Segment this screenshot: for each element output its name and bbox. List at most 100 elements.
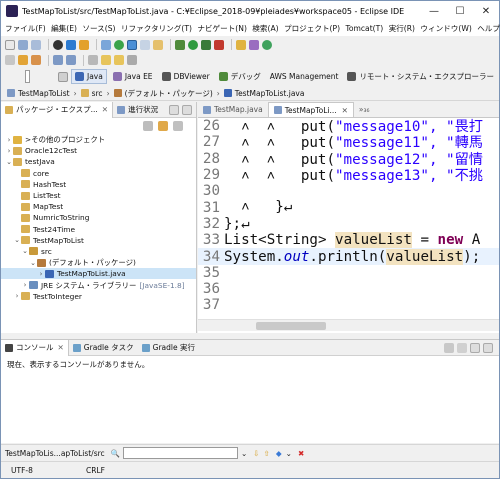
expand-icon[interactable]: ⌄ xyxy=(29,259,37,267)
open-perspective-icon[interactable] xyxy=(58,71,68,82)
tab-testmaptolist-java[interactable]: TestMapToLi... ✕ xyxy=(267,102,354,117)
close-button[interactable]: ✕ xyxy=(473,1,499,21)
minimize-view-icon[interactable] xyxy=(169,104,179,115)
perspective-dbviewer[interactable]: DBViewer xyxy=(159,69,213,84)
close-icon[interactable]: ✕ xyxy=(58,343,64,352)
menu-run[interactable]: 実行(R) xyxy=(389,23,415,34)
find-all-icon[interactable]: ◆ xyxy=(276,449,282,458)
tree-item[interactable]: HashTest xyxy=(1,179,196,190)
tree-item[interactable]: › Oracle12cTest xyxy=(1,145,196,156)
maximize-view-icon[interactable] xyxy=(182,104,192,115)
perspective-java[interactable]: Java xyxy=(71,69,107,84)
breadcrumb-file[interactable]: TestMapToList.java xyxy=(235,89,305,98)
minimize-button[interactable]: — xyxy=(421,1,447,21)
tab-package-explorer[interactable]: パッケージ・エクスプ... ✕ xyxy=(1,101,114,118)
line-ending-status[interactable]: CRLF xyxy=(76,466,151,475)
close-icon[interactable]: ✕ xyxy=(342,106,348,115)
back-icon[interactable] xyxy=(101,55,111,65)
search-icon[interactable] xyxy=(31,55,41,65)
collapse-icon[interactable]: › xyxy=(5,136,13,144)
menu-help[interactable]: ヘルプ(H) xyxy=(477,23,500,34)
display-console-icon[interactable] xyxy=(444,343,454,353)
view-menu-icon[interactable] xyxy=(173,121,183,131)
expand-icon[interactable]: ⌄ xyxy=(21,247,29,255)
debug-icon[interactable] xyxy=(175,39,185,50)
new-icon[interactable] xyxy=(5,39,15,50)
tree-item[interactable]: ⌄ TestMapToList xyxy=(1,235,196,246)
code-line[interactable]: 30 xyxy=(198,183,499,199)
external-tools-icon[interactable] xyxy=(214,39,224,50)
tree-item[interactable]: NumricToString xyxy=(1,212,196,223)
menu-project[interactable]: プロジェクト(P) xyxy=(284,23,340,34)
terminal-icon[interactable] xyxy=(66,39,76,50)
new-java-project-icon[interactable] xyxy=(236,39,246,50)
perspective-remote-systems[interactable]: リモート・システム・エクスプローラー xyxy=(344,69,497,84)
code-line[interactable]: 31 ˄ }↵ xyxy=(198,199,499,215)
tree-item[interactable]: › TestToInteger xyxy=(1,291,196,302)
find-previous-icon[interactable]: ⇧ xyxy=(264,449,270,458)
code-line[interactable]: 34 System.out.println(valueList); xyxy=(198,248,499,265)
code-line[interactable]: 35 xyxy=(198,265,499,281)
breadcrumb-src[interactable]: src xyxy=(92,89,103,98)
quick-access-field[interactable]: クイック・アクセス xyxy=(25,70,30,83)
perspective-java-ee[interactable]: Java EE xyxy=(110,69,156,84)
toggle-breadcrumb-icon[interactable] xyxy=(79,39,89,50)
perspective-debug[interactable]: デバッグ xyxy=(216,69,264,84)
tree-item[interactable]: › JRE システム・ライブラリー [JavaSE-1.8] xyxy=(1,279,196,290)
tasks-icon[interactable] xyxy=(114,39,124,50)
menu-navigate[interactable]: ナビゲート(N) xyxy=(197,23,247,34)
tree-item[interactable]: MapTest xyxy=(1,201,196,212)
tree-item[interactable]: ListTest xyxy=(1,190,196,201)
show-whitespace-icon[interactable] xyxy=(153,39,163,50)
breadcrumb-package[interactable]: (デフォルト・パッケージ) xyxy=(125,88,213,99)
find-next-icon[interactable]: ⇩ xyxy=(253,449,259,458)
open-type-icon[interactable] xyxy=(5,55,15,65)
open-task-icon[interactable] xyxy=(18,55,28,65)
tree-item[interactable]: ⌄ testJava xyxy=(1,156,196,167)
tree-item[interactable]: core xyxy=(1,168,196,179)
code-line[interactable]: 37 xyxy=(198,297,499,313)
maximize-button[interactable]: ☐ xyxy=(447,1,473,21)
menu-search[interactable]: 検索(A) xyxy=(252,23,278,34)
options-dropdown-icon[interactable]: ⌄ xyxy=(286,449,292,458)
tree-item[interactable]: Test24Time xyxy=(1,224,196,235)
breadcrumb-project[interactable]: TestMapToList xyxy=(18,89,70,98)
tab-console[interactable]: コンソール ✕ xyxy=(1,339,69,356)
tree-item[interactable]: ⌄ src xyxy=(1,246,196,257)
annotation-prev-icon[interactable] xyxy=(66,55,76,65)
more-tabs-button[interactable]: »₃₆ xyxy=(354,102,375,117)
minimize-view-icon[interactable] xyxy=(470,343,480,353)
perspective-aws[interactable]: AWS Management xyxy=(267,69,342,84)
menu-window[interactable]: ウィンドウ(W) xyxy=(420,23,471,34)
code-line[interactable]: 29 ˄ ˄ put("message13", "不挑 xyxy=(198,167,499,184)
tab-gradle-tasks[interactable]: Gradle タスク xyxy=(69,340,138,356)
menu-edit[interactable]: 編集(E) xyxy=(51,23,77,34)
new-package-icon[interactable] xyxy=(249,39,259,50)
pin-editor-icon[interactable] xyxy=(127,55,137,65)
code-line[interactable]: 33 List<String> valueList = new A xyxy=(198,232,499,249)
tree-item[interactable]: ⌄ (デフォルト・パッケージ) xyxy=(1,257,196,268)
menu-file[interactable]: ファイル(F) xyxy=(5,23,46,34)
save-icon[interactable] xyxy=(18,39,28,50)
find-input[interactable] xyxy=(123,447,238,459)
tab-gradle-executions[interactable]: Gradle 実行 xyxy=(138,340,199,356)
open-console-icon[interactable] xyxy=(457,343,467,353)
close-find-icon[interactable]: ✖ xyxy=(298,449,304,458)
collapse-icon[interactable]: › xyxy=(5,147,13,155)
block-selection-icon[interactable] xyxy=(140,39,150,50)
expand-icon[interactable]: ⌄ xyxy=(13,236,21,244)
save-all-icon[interactable] xyxy=(31,39,41,50)
collapse-icon[interactable]: › xyxy=(37,270,45,278)
expand-icon[interactable]: ⌄ xyxy=(5,158,13,166)
close-icon[interactable]: ✕ xyxy=(102,105,108,114)
scrollbar-thumb[interactable] xyxy=(256,322,326,330)
code-line[interactable]: 32};↵ xyxy=(198,216,499,232)
tab-testmap-java[interactable]: TestMap.java xyxy=(198,102,268,117)
menu-refactor[interactable]: リファクタリング(T) xyxy=(121,23,192,34)
collapse-icon[interactable]: › xyxy=(21,281,29,289)
horizontal-scrollbar[interactable] xyxy=(198,319,499,331)
tab-progress[interactable]: 進行状況 xyxy=(113,102,162,118)
select-icon[interactable] xyxy=(101,39,111,50)
menu-tomcat[interactable]: Tomcat(T) xyxy=(345,24,383,33)
toggle-mark-icon[interactable] xyxy=(127,39,137,50)
